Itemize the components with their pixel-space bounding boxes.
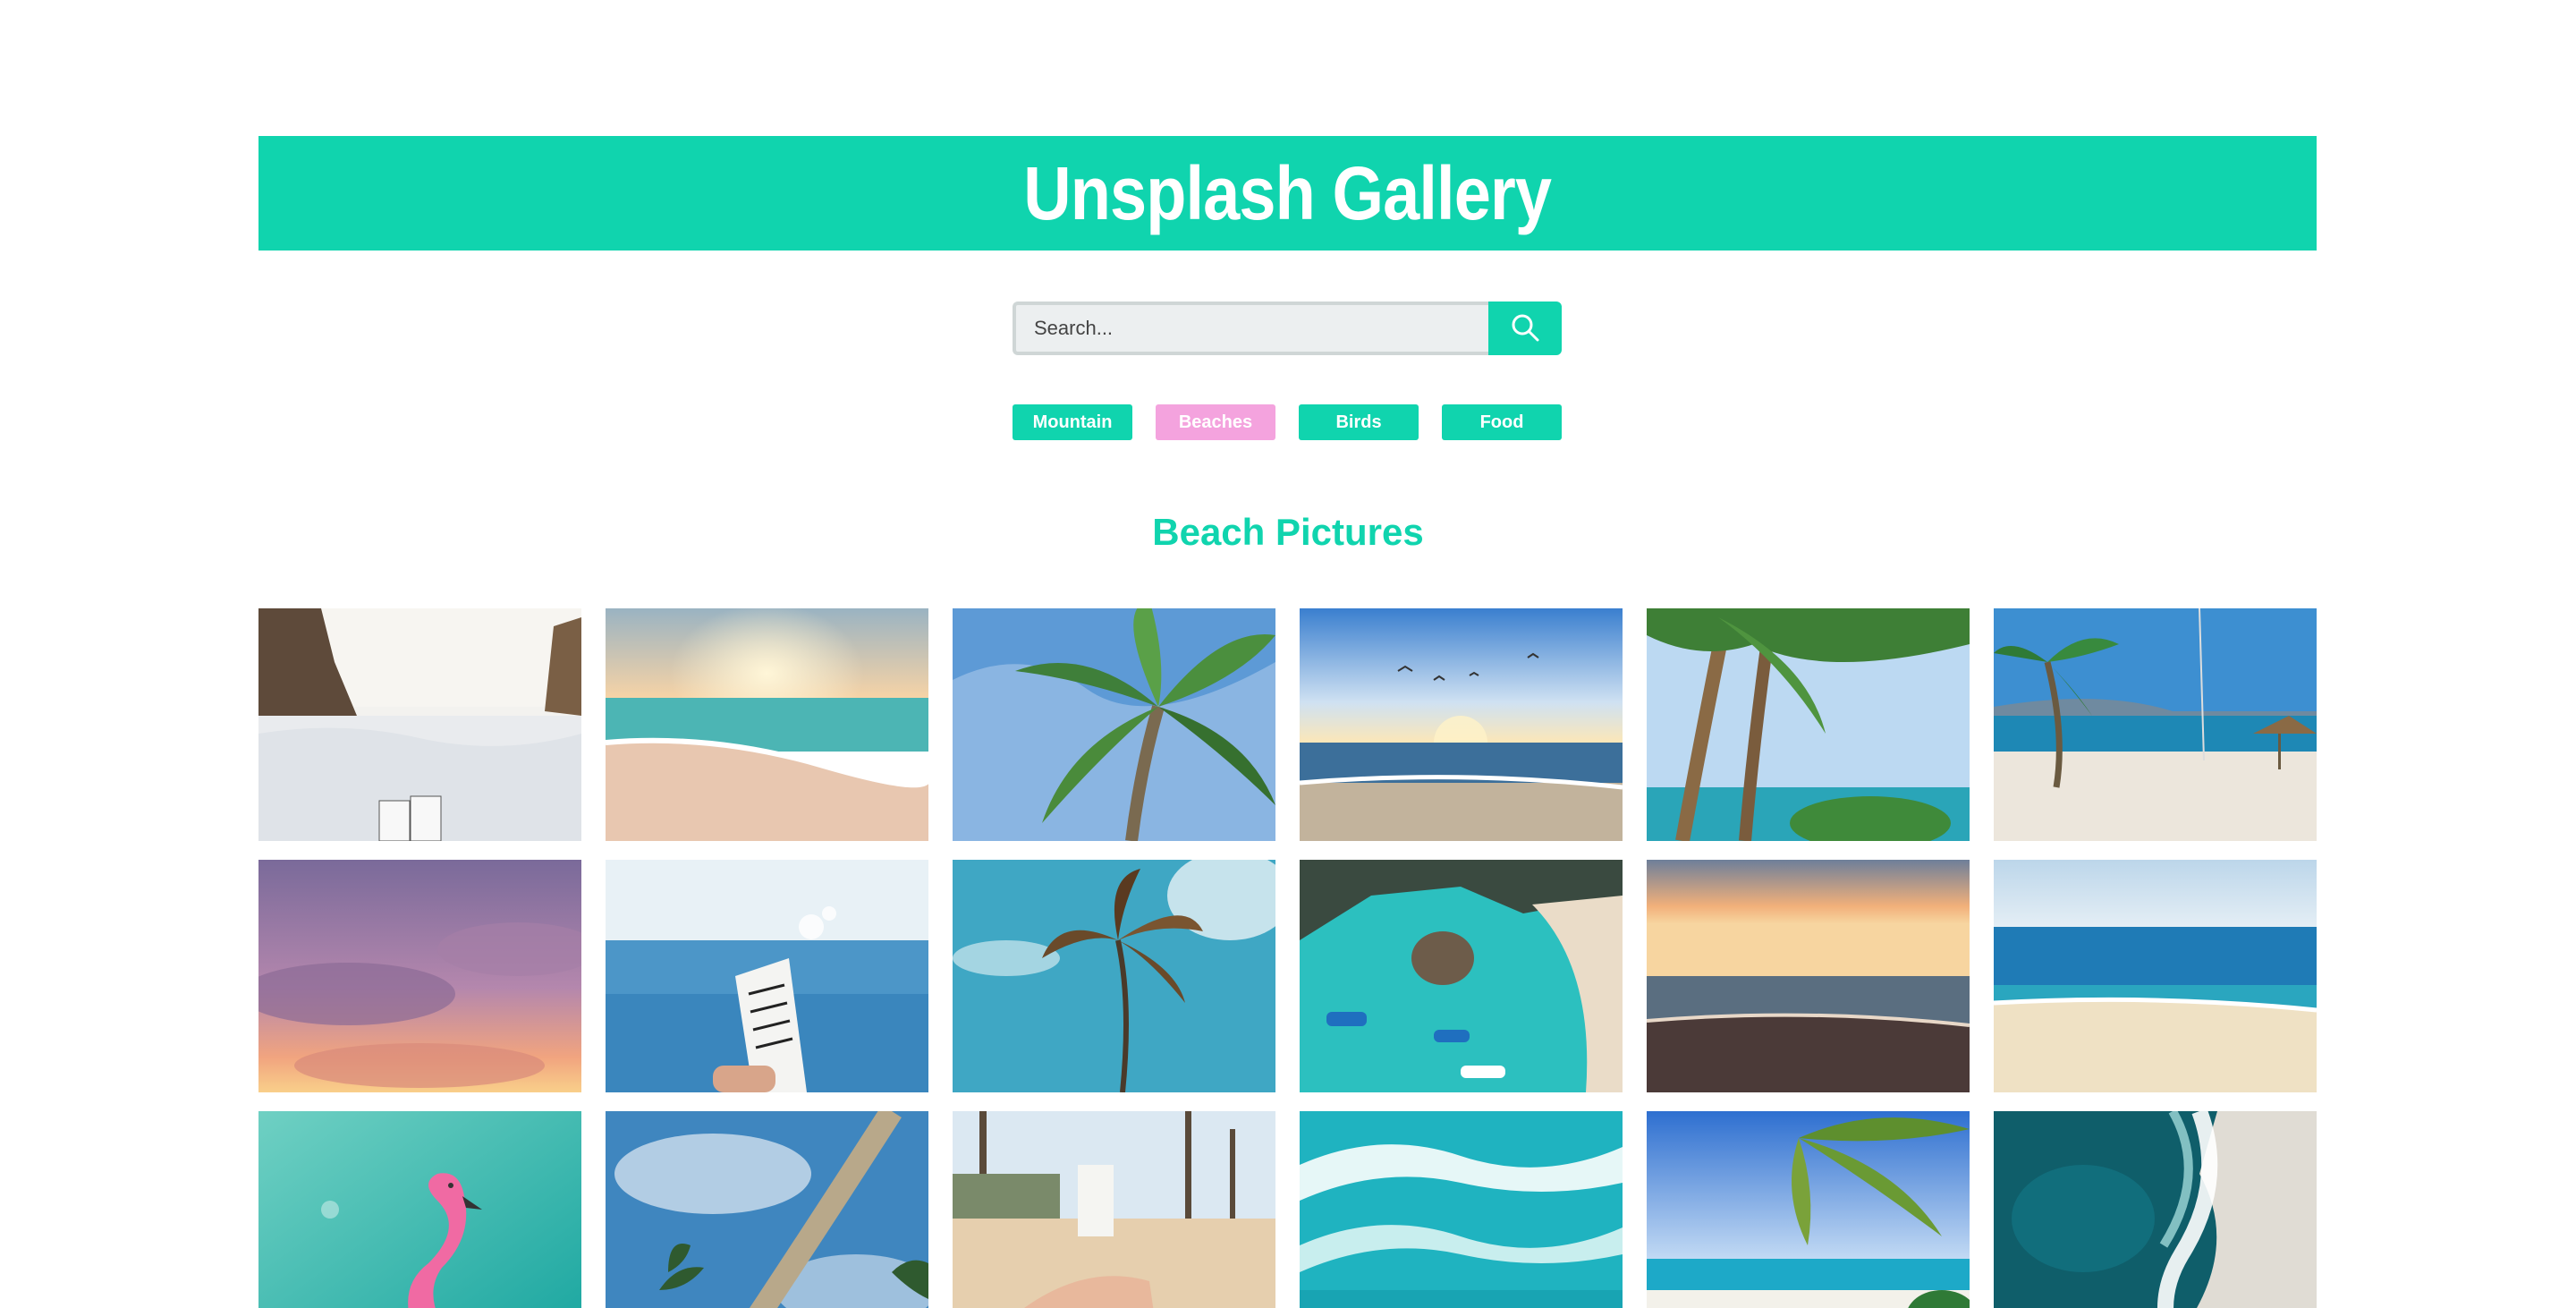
gallery-image[interactable] <box>1647 608 1970 841</box>
gallery-image[interactable] <box>953 1111 1275 1308</box>
filter-buttons: Mountain Beaches Birds Food <box>1013 404 1562 440</box>
gallery-image[interactable] <box>606 1111 928 1308</box>
filter-beaches-button[interactable]: Beaches <box>1156 404 1275 440</box>
section-title: Beach Pictures <box>1152 511 1424 553</box>
filter-birds-button[interactable]: Birds <box>1299 404 1419 440</box>
filter-food-button[interactable]: Food <box>1442 404 1562 440</box>
search-button[interactable] <box>1488 302 1562 355</box>
gallery-image[interactable] <box>606 608 928 841</box>
gallery-image[interactable] <box>1300 860 1623 1092</box>
gallery-page: Unsplash Gallery Mountain Beaches Birds … <box>0 0 2576 1308</box>
search-bar <box>1013 302 1562 355</box>
gallery-image[interactable] <box>606 860 928 1092</box>
gallery-image[interactable] <box>1647 1111 1970 1308</box>
gallery-image[interactable] <box>953 860 1275 1092</box>
gallery-image[interactable] <box>1994 1111 2317 1308</box>
filter-mountain-button[interactable]: Mountain <box>1013 404 1132 440</box>
gallery-image[interactable] <box>258 1111 581 1308</box>
gallery-image[interactable] <box>1300 608 1623 841</box>
gallery-image[interactable] <box>1994 860 2317 1092</box>
search-icon <box>1510 312 1540 345</box>
search-input[interactable] <box>1013 302 1488 355</box>
gallery-image[interactable] <box>1300 1111 1623 1308</box>
gallery-image[interactable] <box>258 860 581 1092</box>
gallery-image[interactable] <box>1994 608 2317 841</box>
gallery-image[interactable] <box>953 608 1275 841</box>
header-banner: Unsplash Gallery <box>258 136 2317 251</box>
gallery-image[interactable] <box>1647 860 1970 1092</box>
image-gallery <box>258 608 2318 1308</box>
gallery-image[interactable] <box>258 608 581 841</box>
page-title: Unsplash Gallery <box>1023 151 1553 235</box>
